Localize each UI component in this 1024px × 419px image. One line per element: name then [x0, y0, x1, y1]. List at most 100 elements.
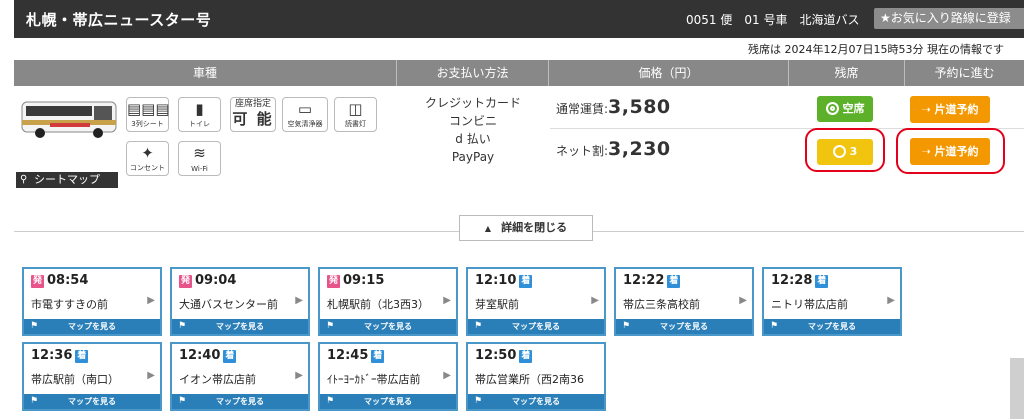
chevron-right-icon: ▶ — [739, 295, 747, 306]
view-map-button[interactable]: ⚑ マップを見る — [468, 394, 604, 409]
stop-time: 12:10 — [475, 273, 517, 288]
collapse-details-button[interactable]: ▲ 詳細を閉じる — [459, 215, 593, 241]
map-label: マップを見る — [216, 397, 264, 406]
toilet-icon: ▮ トイレ — [178, 97, 221, 132]
stop-time: 12:28 — [771, 273, 813, 288]
header-vehicle-type: 車種 — [14, 60, 397, 86]
outlet-icon: ✦ コンセント — [126, 141, 169, 176]
view-map-button[interactable]: ⚑ マップを見る — [24, 319, 160, 334]
stop-time: 09:04 — [195, 273, 237, 288]
departure-tag: 発 — [31, 275, 44, 288]
stop-name: 芽室駅前 — [475, 298, 519, 311]
view-map-button[interactable]: ⚑ マップを見る — [468, 319, 604, 334]
fare-label: 通常運賃: — [556, 102, 609, 116]
route-title: 札幌・帯広ニュースター号 — [26, 11, 212, 29]
header-payment: お支払い方法 — [397, 60, 549, 86]
stop-card[interactable]: 発 09:04 大通バスセンター前 ▶ ⚑ マップを見る — [170, 267, 310, 336]
fare-regular: 通常運賃:3,580 — [556, 96, 671, 118]
three-row-seat-icon: ▤▤▤ 3列シート — [126, 97, 170, 132]
view-map-button[interactable]: ⚑ マップを見る — [320, 394, 456, 409]
arrival-tag: 着 — [519, 350, 533, 363]
view-map-button[interactable]: ⚑ マップを見る — [172, 394, 308, 409]
payment-paypay: PayPay — [451, 150, 495, 164]
stop-time: 12:22 — [623, 273, 665, 288]
stop-time: 12:50 — [475, 348, 517, 363]
stop-name: ｲﾄｰﾖｰｶﾄﾞｰ帯広店前 — [327, 373, 421, 386]
chevron-right-icon: ▶ — [443, 295, 451, 306]
arrival-tag: 着 — [75, 350, 89, 363]
map-label: マップを見る — [808, 322, 856, 331]
payment-credit-card: クレジットカード — [424, 96, 521, 110]
view-map-button[interactable]: ⚑ マップを見る — [764, 319, 900, 334]
map-label: マップを見る — [68, 397, 116, 406]
arrow-right-icon: ➝ — [921, 103, 931, 116]
map-label: マップを見る — [512, 322, 560, 331]
arrival-tag: 着 — [371, 350, 385, 363]
map-label: マップを見る — [660, 322, 708, 331]
one-way-booking-button-regular[interactable]: ➝ 片道予約 — [910, 96, 990, 123]
stop-card[interactable]: 発 08:54 市電すすきの前 ▶ ⚑ マップを見る — [22, 267, 162, 336]
highlight-circle — [896, 128, 1005, 174]
view-map-button[interactable]: ⚑ マップを見る — [24, 394, 160, 409]
arrival-tag: 着 — [519, 275, 533, 288]
search-icon: ⚲ — [20, 174, 28, 185]
fare-net-discount: ネット割:3,230 — [556, 138, 671, 160]
header-remaining-seats: 残席 — [789, 60, 905, 86]
stop-card[interactable]: 発 09:15 札幌駅前（北3西3） ▶ ⚑ マップを見る — [318, 267, 458, 336]
chevron-right-icon: ▶ — [443, 370, 451, 381]
chevron-right-icon: ▶ — [295, 370, 303, 381]
chevron-right-icon: ▶ — [295, 295, 303, 306]
stop-card[interactable]: 12:45 着 ｲﾄｰﾖｰｶﾄﾞｰ帯広店前 ▶ ⚑ マップを見る — [318, 342, 458, 411]
seat-map-label: シートマップ — [34, 173, 100, 186]
arrival-tag: 着 — [667, 275, 681, 288]
stop-time: 08:54 — [47, 273, 89, 288]
fare-price: 3,230 — [608, 138, 671, 160]
route-header: 札幌・帯広ニュースター号 0051 便 01 号車 北海道バス ★お気に入り路線… — [14, 0, 1024, 38]
map-label: マップを見る — [364, 397, 412, 406]
add-favorite-button[interactable]: ★お気に入り路線に登録 — [874, 8, 1024, 29]
stop-card[interactable]: 12:10 着 芽室駅前 ▶ ⚑ マップを見る — [466, 267, 606, 336]
stop-time: 12:45 — [327, 348, 369, 363]
arrival-tag: 着 — [223, 350, 237, 363]
view-map-button[interactable]: ⚑ マップを見る — [172, 319, 308, 334]
stop-card[interactable]: 12:22 着 帯広三条高校前 ▶ ⚑ マップを見る — [614, 267, 754, 336]
stop-name: 帯広三条高校前 — [623, 298, 700, 311]
arrival-tag: 着 — [815, 275, 829, 288]
highlight-circle — [805, 128, 885, 172]
chevron-right-icon: ▶ — [147, 370, 155, 381]
stop-name: ニトリ帯広店前 — [771, 298, 848, 311]
view-map-button[interactable]: ⚑ マップを見る — [320, 319, 456, 334]
stop-name: イオン帯広店前 — [179, 373, 256, 386]
reading-light-icon: ◫ 読書灯 — [334, 97, 377, 132]
map-label: マップを見る — [364, 322, 412, 331]
seat-reservation-icon: 座席指定 可 能 — [230, 97, 276, 132]
chevron-right-icon: ▶ — [887, 295, 895, 306]
scrollbar-thumb[interactable] — [1010, 358, 1024, 419]
stop-card[interactable]: 12:50 着 帯広営業所（西2南36 ⚑ マップを見る — [466, 342, 606, 411]
stop-card[interactable]: 12:40 着 イオン帯広店前 ▶ ⚑ マップを見る — [170, 342, 310, 411]
header-price: 価格（円） — [549, 60, 789, 86]
map-label: マップを見る — [68, 322, 116, 331]
payment-methods: クレジットカード コンビニ d 払い PayPay — [397, 94, 549, 166]
departure-tag: 発 — [179, 275, 192, 288]
stop-card[interactable]: 12:36 着 帯広駅前（南口） ▶ ⚑ マップを見る — [22, 342, 162, 411]
header-proceed: 予約に進む — [934, 66, 995, 80]
booking-label: 片道予約 — [934, 103, 979, 116]
view-map-button[interactable]: ⚑ マップを見る — [616, 319, 752, 334]
air-purifier-icon: ▭ 空気清浄器 — [282, 97, 328, 132]
double-circle-icon — [825, 102, 839, 115]
bus-photo — [21, 101, 117, 138]
seat-map-button[interactable]: ⚲ シートマップ — [16, 172, 118, 188]
stop-name: 大通バスセンター前 — [179, 298, 278, 311]
stop-time: 12:40 — [179, 348, 221, 363]
stop-name: 札幌駅前（北3西3） — [327, 298, 429, 311]
chevron-right-icon: ▶ — [591, 295, 599, 306]
availability-badge-vacant: 空席 — [817, 96, 873, 122]
stop-name: 市電すすきの前 — [31, 298, 108, 311]
fare-price: 3,580 — [608, 96, 671, 118]
stop-card[interactable]: 12:28 着 ニトリ帯広店前 ▶ ⚑ マップを見る — [762, 267, 902, 336]
chevron-right-icon: ▶ — [147, 295, 155, 306]
map-label: マップを見る — [216, 322, 264, 331]
stop-time: 09:15 — [343, 273, 385, 288]
payment-convenience-store: コンビニ — [448, 114, 497, 128]
